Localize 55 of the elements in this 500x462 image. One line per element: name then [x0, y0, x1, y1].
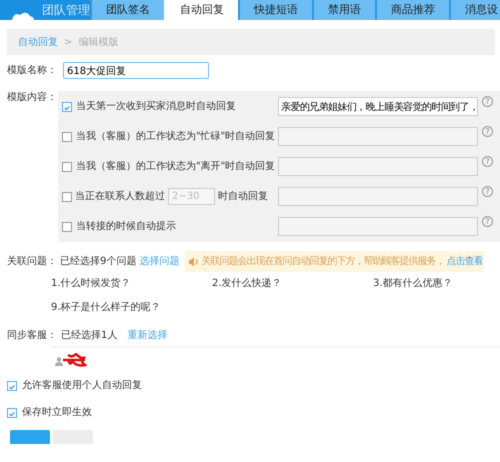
- checkbox[interactable]: [62, 192, 72, 202]
- rule-label: 当我（客服）的工作状态为"忙碌"时自动回复: [76, 130, 276, 144]
- view-link[interactable]: 点击查看: [446, 254, 482, 269]
- checkbox[interactable]: [62, 102, 72, 112]
- rule-label: 当我（客服）的工作状态为"离开"时自动回复: [76, 160, 276, 174]
- breadcrumb-separator: >: [64, 36, 72, 50]
- reselect-link[interactable]: 重新选择: [127, 328, 168, 343]
- question-item: 3.都有什么优惠？: [373, 276, 454, 291]
- tab[interactable]: 禁用语: [312, 0, 375, 20]
- selection-summary: 已经选择9个问题: [60, 254, 136, 269]
- help-icon[interactable]: ?: [482, 156, 493, 167]
- field-label: 关联问题：: [6, 255, 57, 268]
- breadcrumb-link[interactable]: 自动回复: [18, 34, 58, 50]
- reply-input[interactable]: [278, 187, 478, 206]
- reply-input[interactable]: [278, 217, 478, 236]
- breadcrumb-current: 编辑模版: [78, 36, 118, 50]
- option-label: 保存时立即生效: [22, 406, 92, 420]
- rule-label: 当正在联系人数超过: [75, 190, 165, 204]
- rule-label: 当天第一次收到买家消息时自动回复: [76, 100, 236, 114]
- redaction-scribble: [63, 353, 87, 370]
- notice-text: 关联问题会出现在首问自动回复的下方，帮助顾客提供服务，: [201, 254, 444, 269]
- tab[interactable]: 消息设: [449, 0, 500, 20]
- question-item: 1.什么时候发货？: [51, 276, 132, 291]
- checkbox[interactable]: [62, 132, 72, 142]
- field-label: 模版内容：: [6, 91, 58, 105]
- help-icon[interactable]: ?: [482, 96, 493, 107]
- checkbox[interactable]: [62, 162, 72, 172]
- question-item: 9.杯子是什么样子的呢？: [51, 300, 162, 315]
- checkbox[interactable]: [7, 380, 17, 390]
- name-input[interactable]: 618大促回复: [63, 62, 209, 79]
- count-input[interactable]: 2~30: [168, 188, 215, 205]
- field-label: 同步客服：: [6, 329, 57, 342]
- rule-label: 当转接的时候自动提示: [76, 220, 176, 234]
- help-icon[interactable]: ?: [482, 126, 493, 137]
- reply-input[interactable]: 亲爱的兄弟姐妹们，晚上睡美容觉的时间到了，: [278, 97, 478, 116]
- reply-input[interactable]: [278, 127, 478, 146]
- app-title: 团队管理: [42, 3, 90, 17]
- tab[interactable]: 团队签名: [90, 0, 164, 20]
- option-label: 允许客服使用个人自动回复: [22, 378, 142, 393]
- tab[interactable]: 商品推荐: [375, 0, 449, 20]
- select-link[interactable]: 选择问题: [139, 254, 180, 269]
- help-icon[interactable]: ?: [482, 186, 493, 197]
- help-icon[interactable]: ?: [482, 216, 493, 227]
- cloud-icon: [12, 12, 34, 20]
- tab[interactable]: 快捷短语: [238, 0, 312, 20]
- rule-label: 时自动回复: [218, 190, 268, 204]
- person-icon: [55, 357, 63, 366]
- checkbox[interactable]: [7, 408, 17, 418]
- selection-summary: 已经选择1人: [61, 328, 118, 343]
- speaker-icon: [188, 256, 200, 266]
- question-item: 2.发什么快递？: [212, 276, 283, 291]
- checkbox[interactable]: [62, 222, 72, 232]
- tab[interactable]: 自动回复: [164, 0, 238, 20]
- reply-input[interactable]: [278, 157, 478, 176]
- field-label: 模版名称：: [7, 64, 57, 78]
